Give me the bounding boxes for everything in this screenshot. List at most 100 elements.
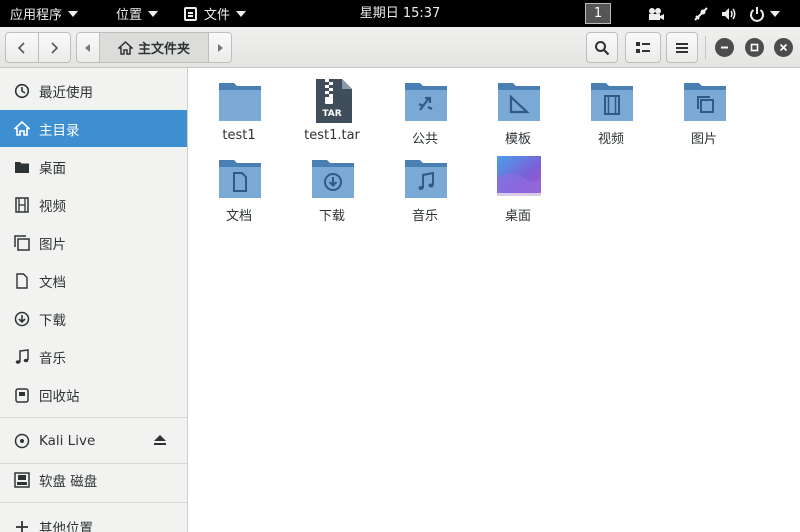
file-item-videos[interactable]: 视频 bbox=[565, 71, 657, 147]
folder-pictures-icon bbox=[684, 83, 726, 121]
power-menu[interactable] bbox=[746, 0, 782, 27]
sidebar-separator bbox=[0, 502, 187, 503]
places-menu[interactable]: 位置 bbox=[106, 0, 168, 27]
search-button[interactable] bbox=[586, 32, 618, 63]
folder-videos-icon bbox=[591, 83, 633, 121]
folder-templates-icon bbox=[498, 83, 540, 121]
network-icon[interactable] bbox=[690, 0, 712, 27]
file-name: 公共 bbox=[411, 132, 438, 147]
sidebar-item-label: 文档 bbox=[39, 274, 66, 291]
back-button[interactable] bbox=[6, 33, 38, 62]
forward-button[interactable] bbox=[37, 33, 70, 62]
tar-badge: TAR bbox=[322, 109, 342, 119]
file-name: test1.tar bbox=[304, 128, 360, 143]
file-name: 视频 bbox=[597, 132, 624, 147]
sidebar-item-label: 视频 bbox=[39, 198, 66, 215]
file-manager-icon bbox=[184, 6, 198, 21]
file-item-desktop[interactable]: 桌面 bbox=[472, 148, 564, 224]
triangle-left-icon bbox=[85, 43, 90, 52]
close-icon bbox=[779, 43, 788, 52]
file-item-music[interactable]: 音乐 bbox=[379, 148, 471, 224]
music-icon bbox=[13, 348, 31, 366]
trash-icon bbox=[13, 386, 31, 404]
sidebar-separator bbox=[0, 417, 187, 418]
sidebar-item-trash[interactable]: 回收站 bbox=[0, 376, 187, 413]
document-icon bbox=[13, 272, 31, 290]
maximize-icon bbox=[750, 43, 759, 52]
sidebar-item-home[interactable]: 主目录 bbox=[0, 110, 187, 147]
sidebar-item-music[interactable]: 音乐 bbox=[0, 338, 187, 375]
sidebar-item-label: 其他位置 bbox=[39, 520, 93, 532]
picture-icon bbox=[13, 234, 31, 252]
files-app-menu[interactable]: 文件 bbox=[174, 0, 256, 27]
clock[interactable]: 星期日 15:37 bbox=[360, 6, 441, 21]
breadcrumb-home[interactable]: 主文件夹 bbox=[99, 33, 209, 62]
file-item-pictures[interactable]: 图片 bbox=[658, 71, 750, 147]
file-item-downloads[interactable]: 下载 bbox=[286, 148, 378, 224]
file-name: 桌面 bbox=[504, 209, 531, 224]
disc-icon bbox=[13, 432, 31, 450]
workspace-indicator[interactable]: 1 bbox=[585, 3, 611, 24]
sidebar-item-documents[interactable]: 文档 bbox=[0, 262, 187, 299]
folder-documents-icon bbox=[219, 160, 261, 198]
top-panel: 应用程序 位置 文件 星期日 15:37 1 bbox=[0, 0, 800, 27]
sidebar-item-desktop[interactable]: 桌面 bbox=[0, 148, 187, 185]
sidebar-item-recent[interactable]: 最近使用 bbox=[0, 72, 187, 109]
film-icon bbox=[13, 196, 31, 214]
sidebar-item-label: 最近使用 bbox=[39, 84, 93, 101]
file-item-documents[interactable]: 文档 bbox=[193, 148, 285, 224]
search-icon bbox=[595, 40, 610, 55]
chevron-down-icon bbox=[769, 10, 780, 17]
floppy-icon bbox=[13, 471, 31, 489]
file-name: 音乐 bbox=[411, 209, 438, 224]
file-name: 模板 bbox=[504, 132, 531, 147]
breadcrumb: 主文件夹 bbox=[76, 32, 232, 63]
minimize-icon bbox=[721, 46, 728, 49]
places-menu-label: 位置 bbox=[116, 8, 143, 23]
volume-icon[interactable] bbox=[718, 0, 740, 27]
home-icon bbox=[13, 120, 31, 138]
video-camera-icon[interactable] bbox=[644, 0, 668, 27]
sidebar-item-videos[interactable]: 视频 bbox=[0, 186, 187, 223]
close-button[interactable] bbox=[774, 38, 793, 57]
triangle-right-icon bbox=[218, 43, 223, 52]
clock-icon bbox=[13, 82, 31, 100]
chevron-down-icon bbox=[148, 10, 159, 17]
file-item-templates[interactable]: 模板 bbox=[472, 71, 564, 147]
sidebar-item-floppy[interactable]: 软盘 磁盘 bbox=[0, 461, 187, 498]
eject-icon[interactable] bbox=[153, 434, 167, 450]
view-toggle-button[interactable] bbox=[625, 32, 661, 63]
power-icon bbox=[749, 6, 764, 22]
home-icon bbox=[117, 40, 133, 55]
menu-button[interactable] bbox=[666, 32, 698, 63]
breadcrumb-right-button[interactable] bbox=[209, 33, 231, 62]
minimize-button[interactable] bbox=[715, 38, 734, 57]
maximize-button[interactable] bbox=[745, 38, 764, 57]
plus-icon bbox=[13, 518, 31, 532]
file-name: 图片 bbox=[690, 132, 717, 147]
breadcrumb-left-button[interactable] bbox=[77, 33, 99, 62]
sidebar-item-pictures[interactable]: 图片 bbox=[0, 224, 187, 261]
sidebar-item-other-locations[interactable]: 其他位置 bbox=[0, 508, 187, 532]
file-item-public[interactable]: 公共 bbox=[379, 71, 471, 147]
chevron-right-icon bbox=[51, 41, 59, 54]
sidebar-item-label: 音乐 bbox=[39, 350, 66, 367]
folder-public-icon bbox=[405, 83, 447, 121]
sidebar: 最近使用 主目录 桌面 视频 图片 文档 下载 音乐 回收站 Kali Live bbox=[0, 68, 188, 532]
sidebar-item-label: 主目录 bbox=[39, 122, 80, 139]
download-icon bbox=[13, 310, 31, 328]
folder-desktop-icon bbox=[497, 156, 541, 196]
file-item-test1[interactable]: test1 bbox=[193, 71, 285, 143]
applications-menu[interactable]: 应用程序 bbox=[0, 0, 88, 27]
file-item-test1-tar[interactable]: TAR test1.tar bbox=[286, 71, 378, 143]
sidebar-item-downloads[interactable]: 下载 bbox=[0, 300, 187, 337]
file-view: test1 TAR test1.tar 公共 模板 视频 图片 文档 下载 音乐… bbox=[189, 68, 800, 532]
chevron-down-icon bbox=[236, 10, 247, 17]
folder-icon bbox=[219, 83, 261, 121]
folder-music-icon bbox=[405, 160, 447, 198]
sidebar-item-label: 图片 bbox=[39, 236, 66, 253]
sidebar-item-label: 软盘 磁盘 bbox=[39, 473, 98, 490]
folder-icon bbox=[13, 158, 31, 176]
files-app-menu-label: 文件 bbox=[204, 8, 231, 23]
sidebar-item-kali-live[interactable]: Kali Live bbox=[0, 422, 187, 459]
